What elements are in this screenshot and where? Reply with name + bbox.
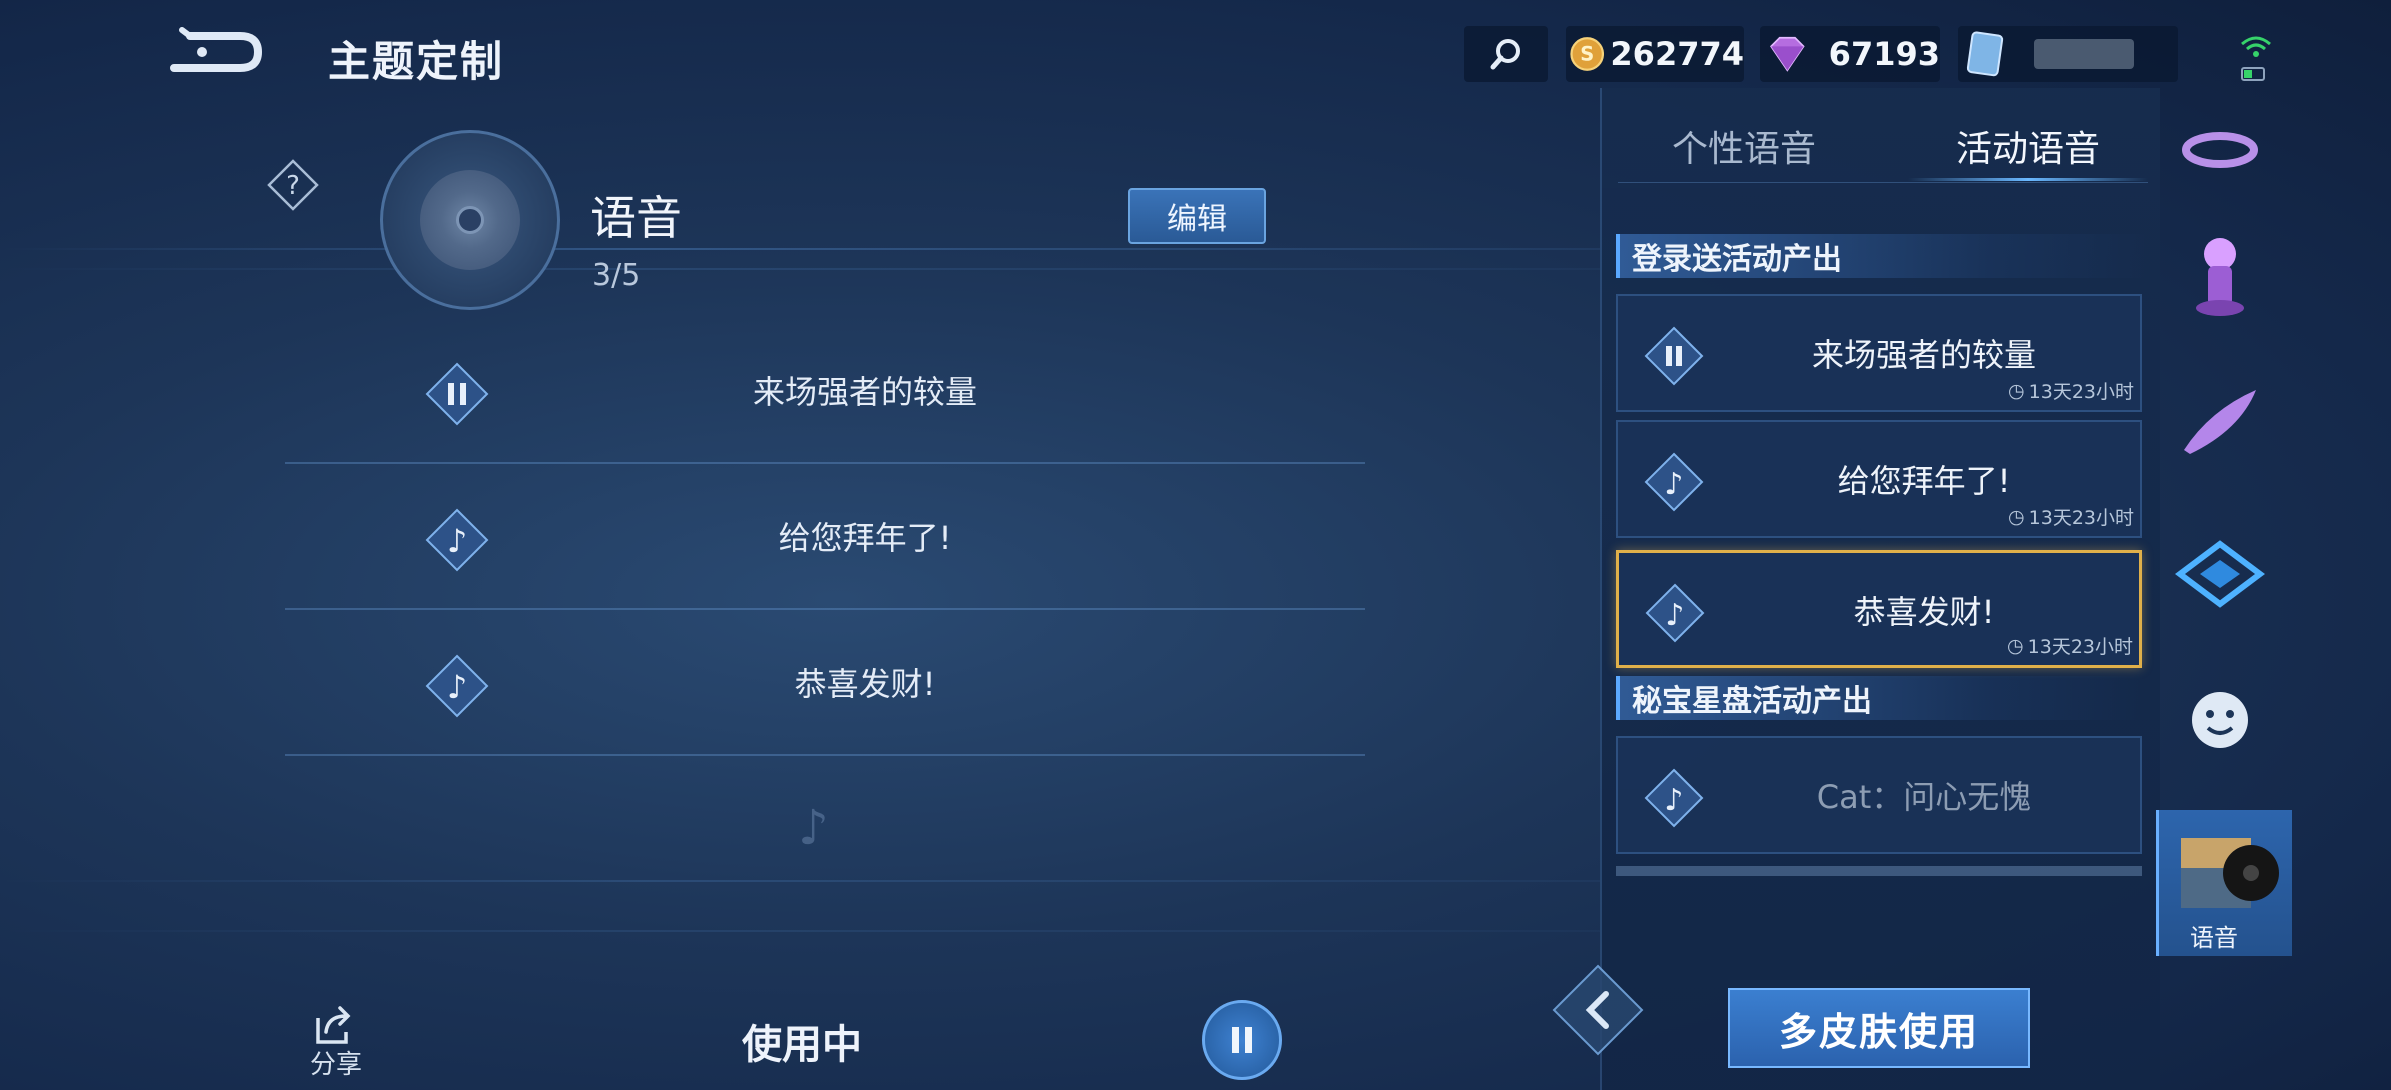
chevron-left-icon: [1552, 964, 1644, 1056]
voucher-icon: [1966, 31, 2004, 77]
disc-center: [456, 206, 484, 234]
voice-title: 语音: [590, 191, 682, 245]
pause-icon[interactable]: [1644, 326, 1704, 386]
svg-text:?: ?: [286, 171, 300, 201]
page-title: 主题定制: [328, 37, 505, 86]
music-note-icon[interactable]: ♪: [1644, 452, 1704, 512]
wave-line: [0, 880, 1600, 882]
expiry-time-text: 13天23小时: [2028, 507, 2134, 529]
rail-item-feather[interactable]: [2170, 370, 2270, 470]
voice-row[interactable]: 来场强者的较量: [285, 318, 1365, 464]
help-button[interactable]: ?: [266, 158, 320, 212]
wifi-icon: [2241, 36, 2271, 81]
svg-text:♪: ♪: [1665, 598, 1684, 633]
question-icon: ?: [267, 159, 319, 211]
rail-item-emote[interactable]: [2170, 670, 2270, 770]
voice-row[interactable]: ♪ 给您拜年了!: [285, 464, 1365, 610]
music-note-icon[interactable]: ♪: [1644, 768, 1704, 828]
clock-icon: ◷: [2008, 505, 2025, 528]
rail-item-crystal[interactable]: [2170, 226, 2270, 326]
gold-amount: 262774: [1610, 35, 1744, 73]
crystal-icon: [2196, 238, 2244, 316]
diamond-counter: 67193: [1760, 26, 1940, 82]
svg-text:S: S: [1580, 43, 1594, 66]
svg-text:♪: ♪: [1664, 783, 1683, 818]
rail-voice-label: 语音: [2190, 924, 2238, 952]
tabs-divider: [1618, 182, 2148, 183]
wave-line: [0, 248, 1600, 250]
gold-counter: S 262774: [1566, 26, 1744, 82]
scrollbar[interactable]: [1616, 866, 2142, 876]
rail-item-frame[interactable]: [2170, 524, 2270, 624]
section-star-header: 秘宝星盘活动产出: [1616, 676, 2146, 720]
search-button[interactable]: [1464, 26, 1548, 82]
voice-card-label: 来场强者的较量: [1811, 336, 2036, 374]
back-arrow-icon: [170, 27, 263, 72]
wave-line: [0, 268, 1600, 270]
expiry-time: ◷ 13天23小时: [2008, 377, 2134, 404]
voice-row[interactable]: ♪ 恭喜发财!: [285, 610, 1365, 756]
section-login-header: 登录送活动产出: [1616, 234, 2146, 278]
music-note-icon[interactable]: ♪: [1645, 583, 1705, 643]
feather-icon: [2184, 390, 2256, 454]
in-use-label: 使用中: [742, 1022, 862, 1068]
voice-row-label: 给您拜年了!: [778, 519, 952, 557]
frame-icon: [2175, 540, 2265, 608]
empty-slot-note-icon: ♪: [798, 800, 829, 856]
collapse-button[interactable]: [1548, 960, 1648, 1060]
diamond-amount: 67193: [1828, 35, 1940, 73]
clock-icon: ◷: [2008, 379, 2025, 402]
pause-button[interactable]: [1202, 1000, 1282, 1080]
svg-text:♪: ♪: [1664, 467, 1683, 502]
voice-row-label: 恭喜发财!: [794, 665, 936, 703]
voice-card-label: 给您拜年了!: [1837, 462, 2011, 500]
voice-card[interactable]: ♪ 给您拜年了! ◷ 13天23小时: [1616, 420, 2142, 538]
expiry-time-text: 13天23小时: [2027, 636, 2133, 658]
search-icon: [1490, 39, 1520, 70]
effect-ring-icon: [2182, 132, 2258, 168]
rail-item-effect[interactable]: [2170, 110, 2270, 210]
voice-count: 3/5: [592, 258, 641, 293]
gold-coin-icon: S: [1570, 37, 1605, 71]
share-label[interactable]: 分享: [310, 1044, 362, 1081]
voice-card[interactable]: 来场强者的较量 ◷ 13天23小时: [1616, 294, 2142, 412]
smiley-icon: [2192, 692, 2248, 748]
wave-line: [0, 930, 1600, 932]
diamond-icon: [1770, 36, 1805, 72]
share-icon: [316, 1006, 351, 1044]
voice-card-label: 恭喜发财!: [1853, 593, 1995, 631]
voice-card[interactable]: ♪ Cat：问心无愧: [1616, 736, 2142, 854]
voice-row-label: 来场强者的较量: [752, 373, 977, 411]
voice-card-label: Cat：问心无愧: [1816, 778, 2032, 816]
voucher-counter[interactable]: [1958, 26, 2178, 82]
expiry-time: ◷ 13天23小时: [2008, 503, 2134, 530]
tab-personal-voice[interactable]: 个性语音: [1672, 120, 1816, 172]
voice-card-selected[interactable]: ♪ 恭喜发财! ◷ 13天23小时: [1616, 550, 2142, 668]
voice-thumbnail-icon: [2181, 838, 2279, 908]
status-indicator: [2236, 30, 2276, 86]
pause-icon: [1232, 1027, 1252, 1053]
expiry-time-text: 13天23小时: [2028, 381, 2134, 403]
tab-event-voice[interactable]: 活动语音: [1956, 120, 2100, 172]
tab-active-indicator: [1908, 178, 2148, 181]
back-button[interactable]: [160, 26, 264, 78]
multi-skin-use-button[interactable]: 多皮肤使用: [1728, 988, 2030, 1068]
expiry-time: ◷ 13天23小时: [2007, 632, 2133, 659]
blurred-value: [2034, 39, 2134, 69]
clock-icon: ◷: [2007, 634, 2024, 657]
share-button[interactable]: [312, 1004, 358, 1046]
edit-button[interactable]: 编辑: [1128, 188, 1266, 244]
